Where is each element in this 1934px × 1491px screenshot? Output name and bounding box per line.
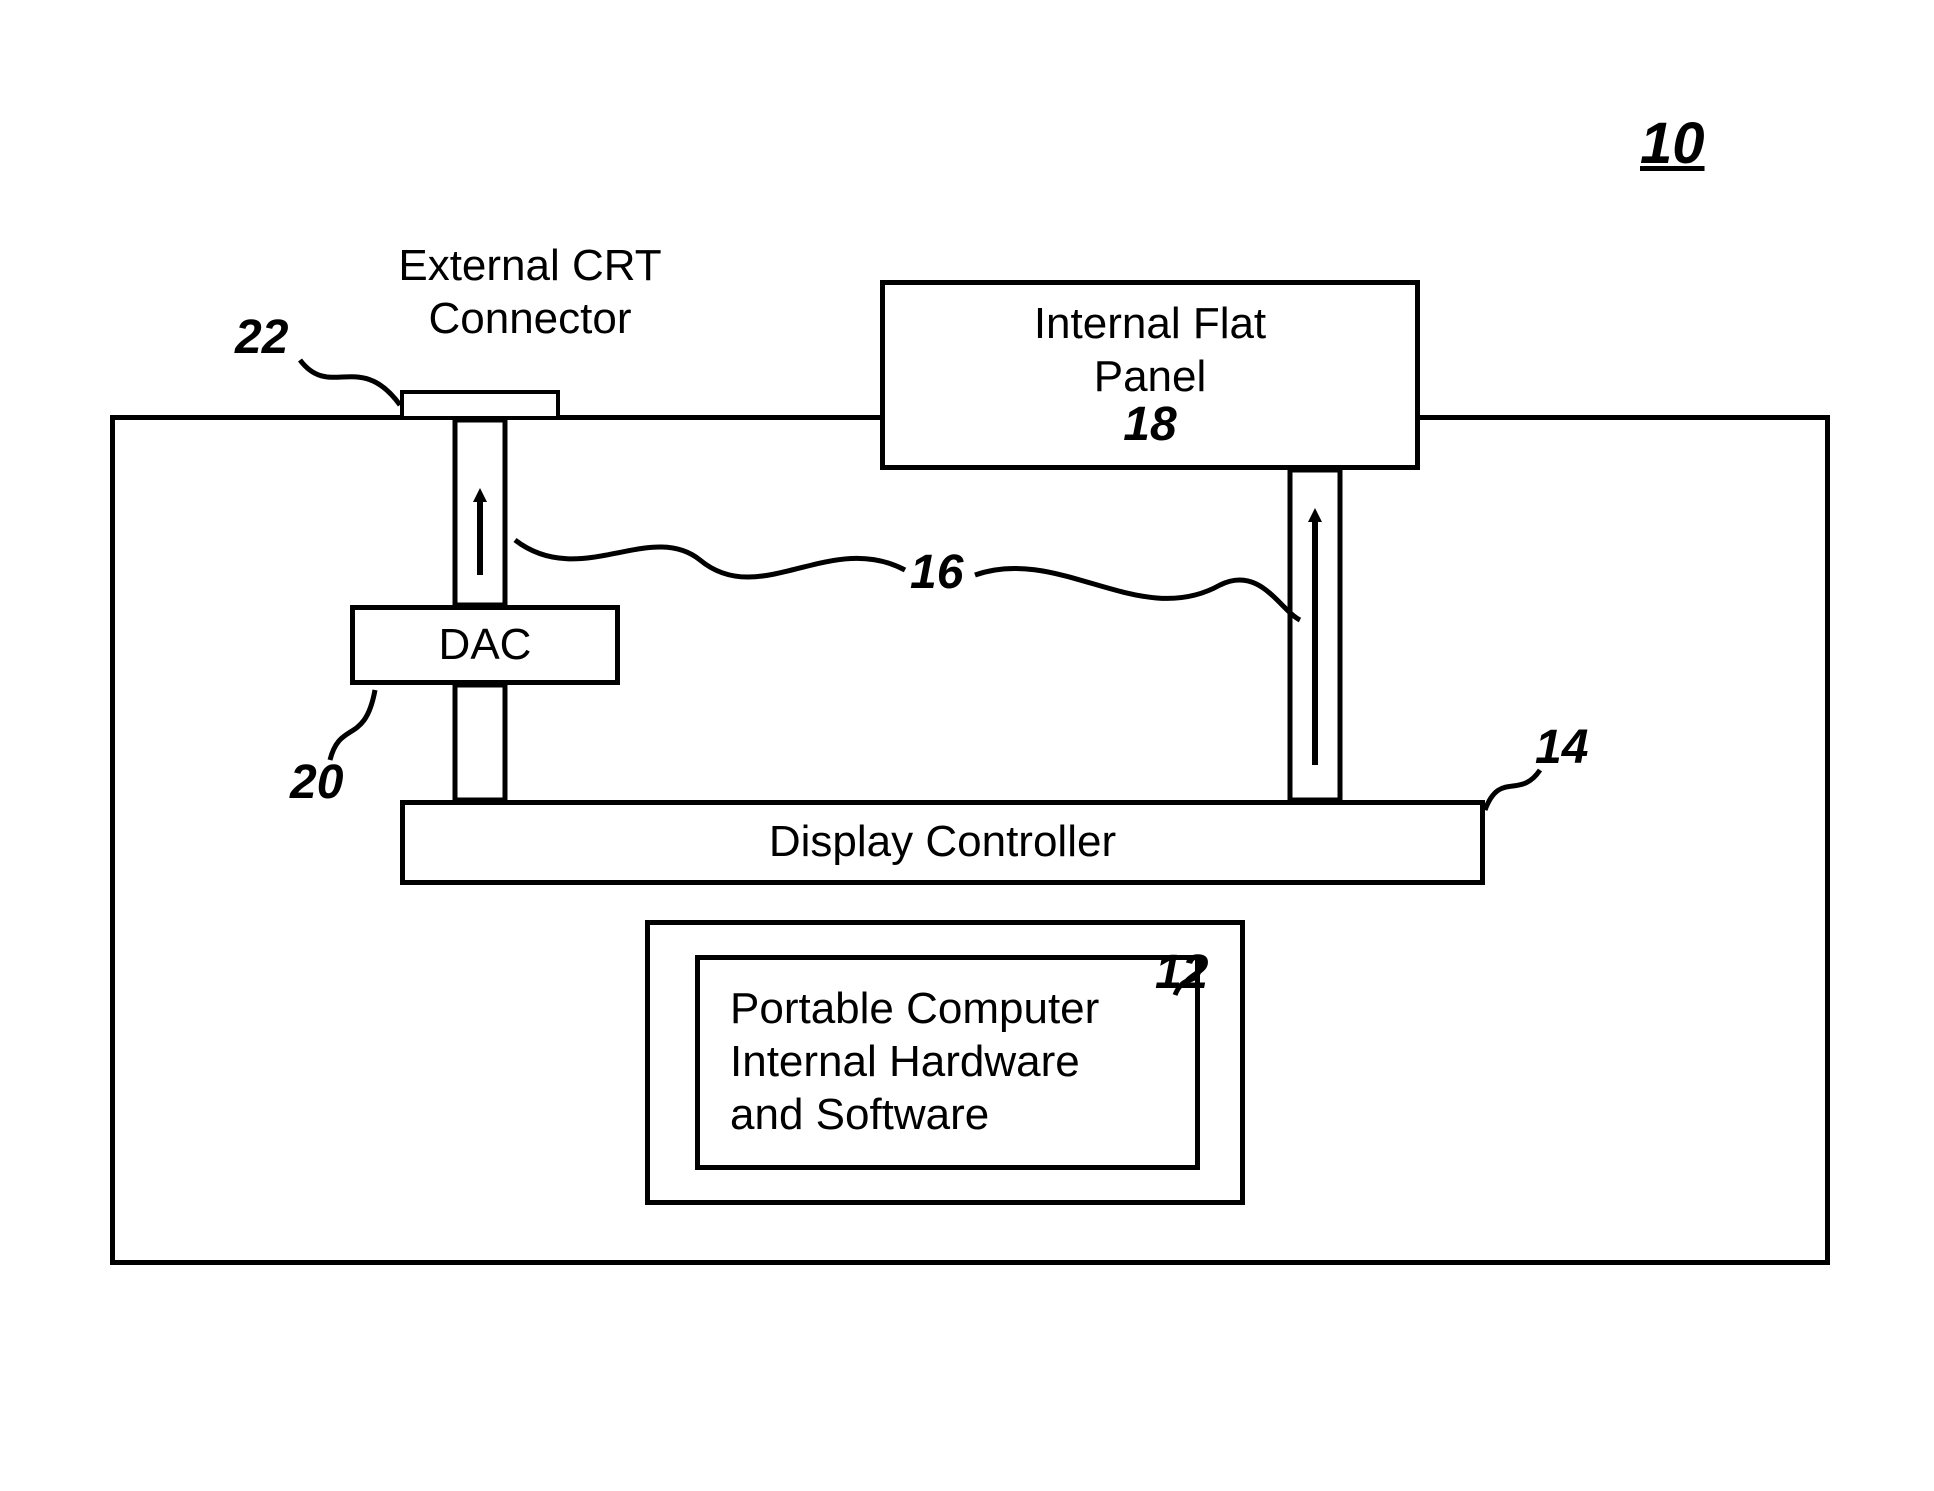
ref-16: 16 bbox=[910, 545, 963, 600]
internal-flat-panel-box: Internal Flat Panel 18 bbox=[880, 280, 1420, 470]
ref-14: 14 bbox=[1535, 720, 1588, 775]
ref-20: 20 bbox=[290, 755, 343, 810]
display-controller-label: Display Controller bbox=[769, 816, 1116, 869]
display-controller-box: Display Controller bbox=[400, 800, 1485, 885]
external-crt-connector-plug bbox=[400, 390, 560, 420]
internal-flat-panel-label: Internal Flat Panel bbox=[1034, 298, 1266, 404]
external-crt-connector-label: External CRT Connector bbox=[350, 240, 710, 346]
portable-computer-label: Portable Computer Internal Hardware and … bbox=[730, 983, 1099, 1141]
portable-computer-box: Portable Computer Internal Hardware and … bbox=[695, 955, 1200, 1170]
ref-18: 18 bbox=[1123, 397, 1176, 452]
dac-box: DAC bbox=[350, 605, 620, 685]
dac-label: DAC bbox=[439, 619, 532, 672]
ref-22: 22 bbox=[235, 310, 288, 365]
figure-ref-10: 10 bbox=[1640, 110, 1705, 177]
callout-22 bbox=[300, 360, 400, 405]
diagram-stage: 10 External CRT Connector 22 Internal Fl… bbox=[0, 0, 1934, 1491]
ref-12: 12 bbox=[1155, 945, 1208, 1000]
